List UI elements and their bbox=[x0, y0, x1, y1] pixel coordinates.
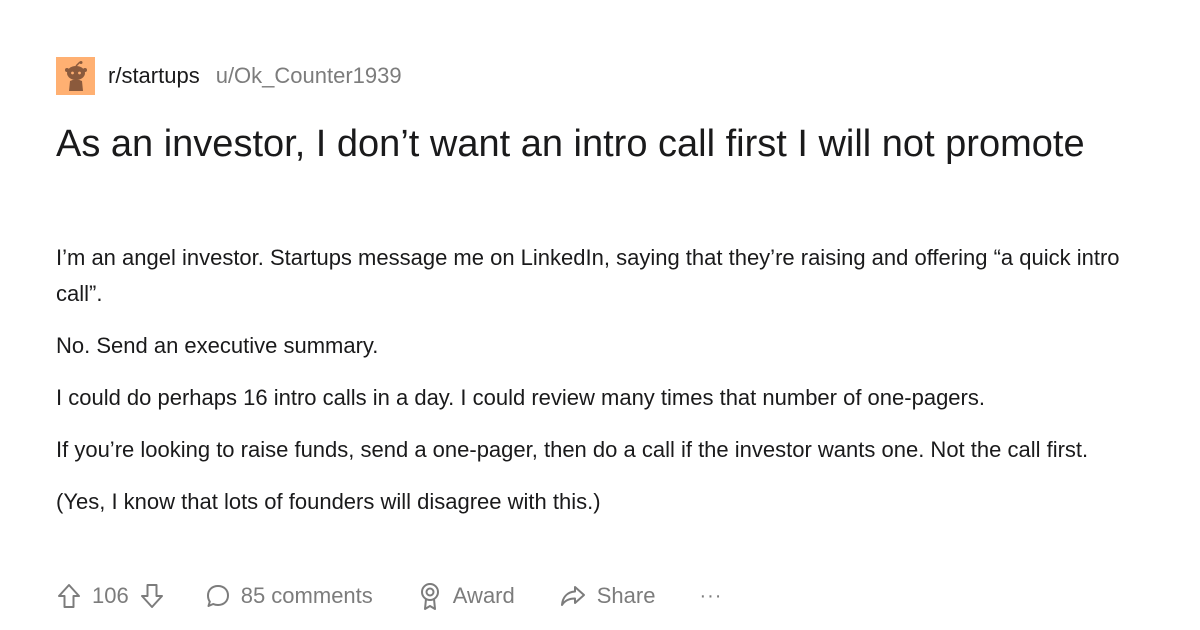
post-paragraph: I could do perhaps 16 intro calls in a d… bbox=[56, 385, 985, 410]
share-button[interactable]: Share bbox=[559, 583, 656, 609]
share-label: Share bbox=[596, 583, 656, 608]
subreddit-name[interactable]: r/startups bbox=[108, 63, 200, 89]
comments-label: 85 comments bbox=[240, 583, 373, 608]
post-body: I’m an angel investor. Startups message … bbox=[56, 240, 1151, 536]
subreddit-avatar[interactable] bbox=[56, 57, 95, 95]
vote-count: 106 bbox=[92, 583, 129, 608]
post-paragraph: (Yes, I know that lots of founders will … bbox=[56, 489, 601, 514]
reddit-snoo-icon bbox=[64, 61, 87, 91]
post-title[interactable]: As an investor, I don’t want an intro ca… bbox=[56, 120, 1156, 168]
post-actions-bar: 106 85 comments Award Share ··· bbox=[56, 578, 722, 614]
award-label: Award bbox=[452, 583, 515, 608]
award-ribbon-icon bbox=[420, 583, 439, 610]
post-paragraph: No. Send an executive summary. bbox=[56, 333, 379, 358]
speech-bubble-icon bbox=[206, 585, 229, 607]
share-arrow-icon bbox=[560, 586, 585, 606]
arrow-down-icon[interactable] bbox=[139, 582, 165, 610]
post-paragraph: If you’re looking to raise funds, send a… bbox=[56, 437, 1089, 462]
post-header: r/startups u/Ok_Counter1939 bbox=[56, 57, 402, 95]
more-options-icon: ··· bbox=[699, 584, 723, 607]
arrow-up-icon[interactable] bbox=[56, 582, 82, 610]
award-button[interactable]: Award bbox=[417, 581, 515, 611]
vote-group: 106 bbox=[56, 582, 165, 610]
post-paragraph: I’m an angel investor. Startups message … bbox=[56, 245, 1120, 306]
comments-button[interactable]: 85 comments bbox=[205, 583, 373, 609]
more-options-button[interactable]: ··· bbox=[699, 585, 722, 608]
post-author[interactable]: u/Ok_Counter1939 bbox=[216, 63, 402, 89]
